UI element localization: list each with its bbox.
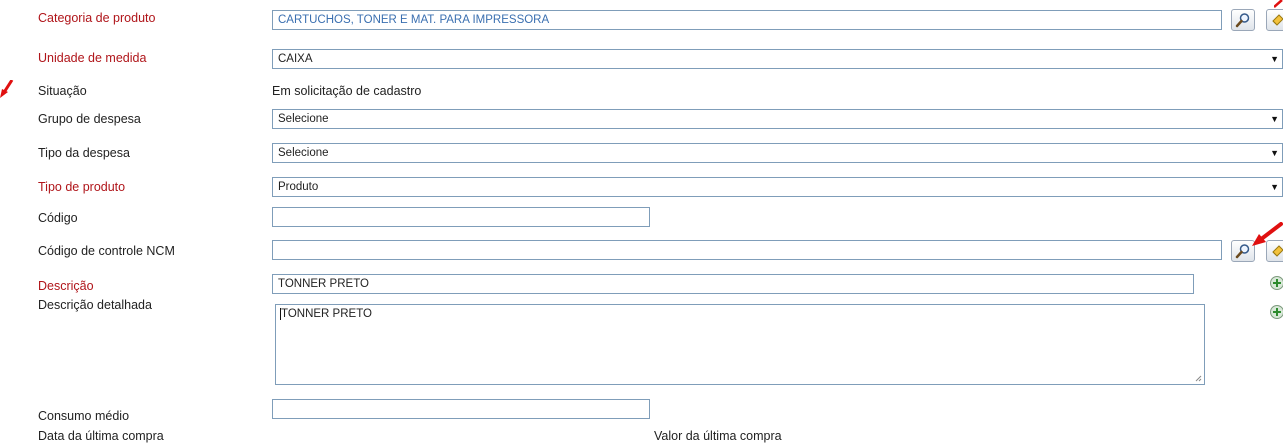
annotation-arrow-left-icon <box>0 80 14 100</box>
grupo-select[interactable]: Selecione <box>272 109 1283 129</box>
consumo-label: Consumo médio <box>38 409 129 423</box>
situacao-label: Situação <box>38 84 87 98</box>
tipo-despesa-label: Tipo da despesa <box>38 146 130 160</box>
categoria-search-button[interactable] <box>1231 9 1255 31</box>
descricao-detalhada-text: TONNER PRETO <box>280 308 372 320</box>
descricao-detalhada-textarea[interactable]: TONNER PRETO <box>275 304 1205 385</box>
unidade-label: Unidade de medida <box>38 51 146 65</box>
categoria-label: Categoria de produto <box>38 11 155 25</box>
unidade-select[interactable]: CAIXA <box>272 49 1283 69</box>
situacao-value: Em solicitação de cadastro <box>272 84 421 98</box>
magnifier-icon <box>1235 12 1251 28</box>
tipo-despesa-select[interactable]: Selecione <box>272 143 1283 163</box>
magnifier-icon <box>1235 243 1251 259</box>
add-icon[interactable] <box>1270 276 1283 290</box>
data-ultima-compra-label: Data da última compra <box>38 429 164 443</box>
eraser-icon <box>1270 12 1283 28</box>
resize-grip-icon[interactable] <box>1195 375 1202 382</box>
annotation-arrow-ncm-icon <box>1250 222 1283 248</box>
ncm-input[interactable] <box>272 240 1222 260</box>
consumo-input[interactable] <box>272 399 650 419</box>
categoria-clear-button[interactable] <box>1266 9 1283 31</box>
grupo-label: Grupo de despesa <box>38 112 141 126</box>
codigo-input[interactable] <box>272 207 650 227</box>
tipo-produto-label: Tipo de produto <box>38 180 125 194</box>
add-icon[interactable] <box>1270 305 1283 319</box>
ncm-label: Código de controle NCM <box>38 244 175 258</box>
categoria-field[interactable]: CARTUCHOS, TONER E MAT. PARA IMPRESSORA <box>272 10 1222 30</box>
codigo-label: Código <box>38 211 78 225</box>
descricao-detalhada-label: Descrição detalhada <box>38 298 152 312</box>
descricao-input[interactable]: TONNER PRETO <box>272 274 1194 294</box>
annotation-arrow-top-right-icon <box>1274 0 1283 8</box>
descricao-label: Descrição <box>38 279 94 293</box>
tipo-produto-select[interactable]: Produto <box>272 177 1283 197</box>
valor-ultima-compra-label: Valor da última compra <box>654 429 782 443</box>
